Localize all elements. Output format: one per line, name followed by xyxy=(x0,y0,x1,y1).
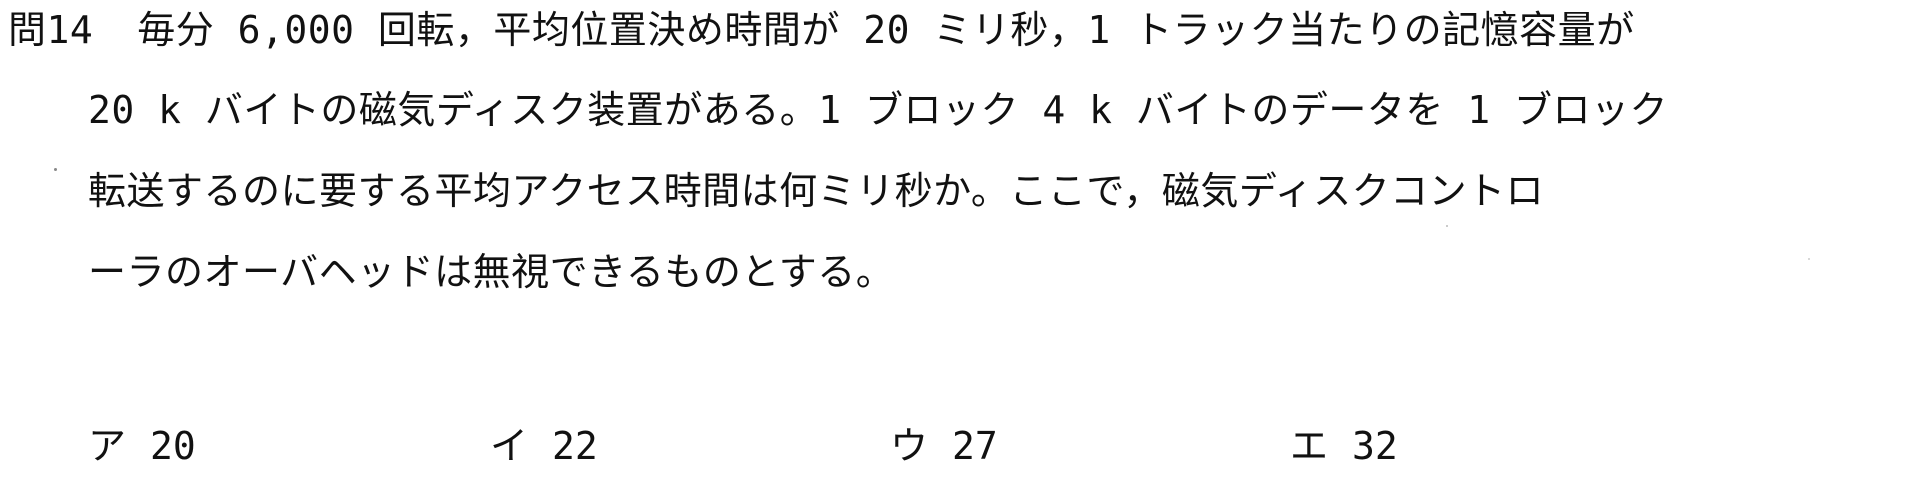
choice-label: ウ xyxy=(890,424,929,468)
question-text-line: 毎分 6,000 回転，平均位置決め時間が 20 ミリ秒，1 トラック当たりの記… xyxy=(137,8,1635,52)
choice-value: 20 xyxy=(150,424,196,468)
choice-label: エ xyxy=(1290,424,1329,468)
answer-choice-a[interactable]: ア 20 xyxy=(88,422,196,470)
choice-value: 22 xyxy=(552,424,598,468)
choice-label: イ xyxy=(490,424,529,468)
question-line-3: 転送するのに要する平均アクセス時間は何ミリ秒か。ここで，磁気ディスクコントロ xyxy=(88,167,1544,215)
exam-question-page: 問14 毎分 6,000 回転，平均位置決め時間が 20 ミリ秒，1 トラック当た… xyxy=(0,0,1930,486)
question-number: 問14 xyxy=(8,8,94,52)
question-text-line: 転送するのに要する平均アクセス時間は何ミリ秒か。ここで，磁気ディスクコントロ xyxy=(88,169,1545,213)
question-text-line: ーラのオーバヘッドは無視できるものとする。 xyxy=(88,250,895,294)
choice-value: 27 xyxy=(952,424,998,468)
question-line-4: ーラのオーバヘッドは無視できるものとする。 xyxy=(88,248,894,296)
scan-speck xyxy=(1808,258,1810,260)
answer-choice-e[interactable]: エ 32 xyxy=(1290,422,1398,470)
question-line-1: 問14 毎分 6,000 回転，平均位置決め時間が 20 ミリ秒，1 トラック当た… xyxy=(8,6,1635,54)
choice-value: 32 xyxy=(1352,424,1398,468)
scan-speck xyxy=(1446,225,1448,227)
question-line-2: 20 k バイトの磁気ディスク装置がある。1 ブロック 4 k バイトのデータを… xyxy=(88,86,1668,134)
question-text-line: 20 k バイトの磁気ディスク装置がある。1 ブロック 4 k バイトのデータを… xyxy=(88,88,1669,132)
choice-label: ア xyxy=(88,424,127,468)
scan-speck xyxy=(54,168,57,171)
answer-choice-u[interactable]: ウ 27 xyxy=(890,422,998,470)
answer-choice-i[interactable]: イ 22 xyxy=(490,422,598,470)
